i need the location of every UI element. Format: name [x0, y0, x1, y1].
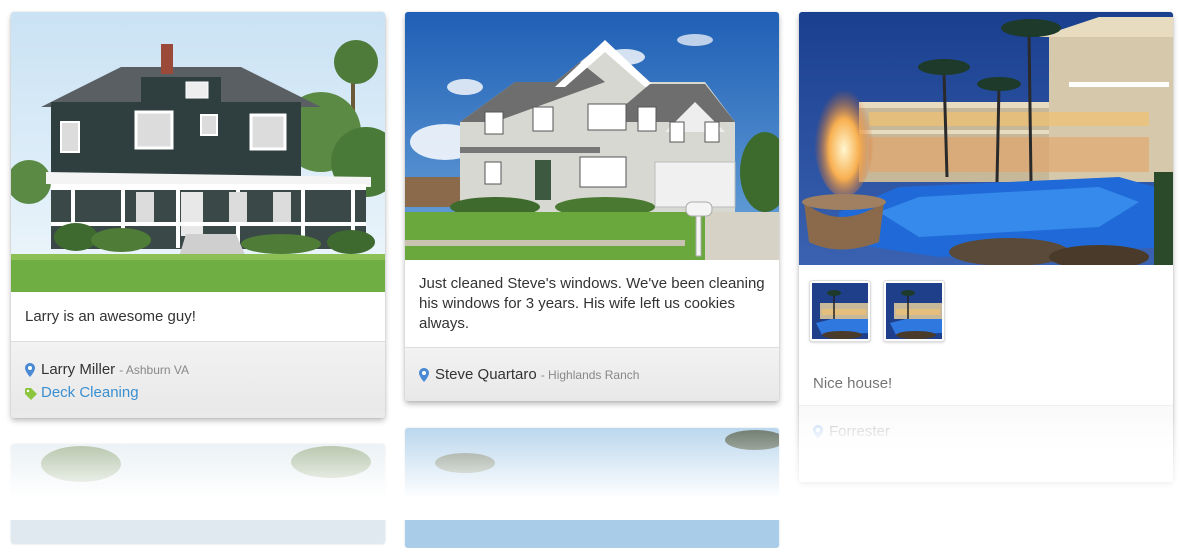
- author-name: Larry Miller: [41, 361, 116, 378]
- author-location: - Highlands Ranch: [540, 367, 640, 382]
- service-link[interactable]: High Rise Window Cleaning: [829, 446, 1015, 463]
- review-card-3[interactable]: Nice house! Forrester High Rise Window C…: [799, 12, 1173, 482]
- photo-thumbnail-2[interactable]: [883, 280, 945, 342]
- house-photo[interactable]: [405, 428, 779, 548]
- service-row: High Rise Window Cleaning: [813, 443, 1159, 466]
- review-text-content: Just cleaned Steve's windows. We've been…: [419, 275, 765, 332]
- review-card-5-partial[interactable]: [405, 428, 779, 548]
- author-name: Forrester: [829, 423, 890, 440]
- review-meta: Forrester High Rise Window Cleaning: [799, 406, 1173, 482]
- house-photo[interactable]: [799, 12, 1173, 265]
- review-text-content: Larry is an awesome guy!: [25, 307, 196, 325]
- review-text: Just cleaned Steve's windows. We've been…: [405, 260, 779, 348]
- house-photo[interactable]: [11, 12, 385, 292]
- map-pin-icon: [25, 362, 35, 377]
- review-card-1[interactable]: Larry is an awesome guy! Larry Miller - …: [11, 12, 385, 418]
- review-card-2[interactable]: Just cleaned Steve's windows. We've been…: [405, 12, 779, 401]
- author-row: Forrester: [813, 420, 1159, 443]
- review-text: Nice house!: [799, 362, 1173, 406]
- map-pin-icon: [813, 424, 823, 439]
- review-meta: Larry Miller - Ashburn VA Deck Cleaning: [11, 342, 385, 418]
- review-meta: Steve Quartaro - Highlands Ranch: [405, 348, 779, 401]
- tag-icon: [813, 449, 825, 462]
- author-row: Steve Quartaro - Highlands Ranch: [419, 363, 765, 386]
- service-link[interactable]: Deck Cleaning: [41, 384, 139, 401]
- author-location: - Ashburn VA: [119, 362, 190, 377]
- author-row: Larry Miller - Ashburn VA: [25, 358, 371, 381]
- photo-thumbnail-1[interactable]: [809, 280, 871, 342]
- review-text: Larry is an awesome guy!: [11, 292, 385, 342]
- review-text-content: Nice house!: [813, 374, 893, 392]
- house-photo[interactable]: [405, 12, 779, 260]
- house-photo[interactable]: [11, 444, 385, 544]
- service-row: Deck Cleaning: [25, 381, 371, 404]
- author-name: Steve Quartaro: [435, 366, 537, 383]
- tag-icon: [25, 387, 37, 400]
- review-card-4-partial[interactable]: [11, 444, 385, 544]
- map-pin-icon: [419, 367, 429, 382]
